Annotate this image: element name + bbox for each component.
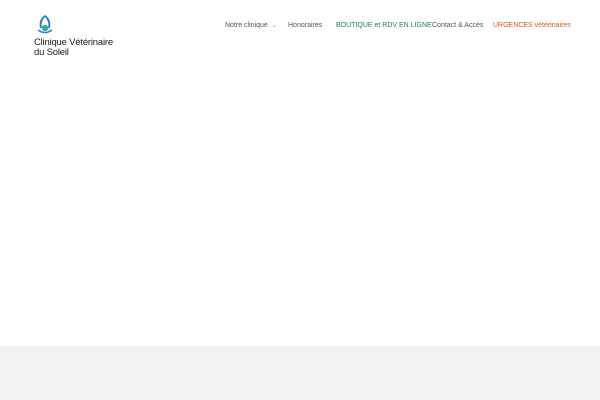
chevron-down-icon: ⌄: [271, 23, 277, 29]
brand-name: Clinique Vétérinaire du Soleil: [34, 38, 113, 58]
brand-name-line2: du Soleil: [34, 47, 69, 58]
nav-item-label: URGENCES vétérinaires: [493, 22, 571, 29]
nav-item-boutique-rdv[interactable]: BOUTIQUE et RDV EN LIGNE: [336, 20, 432, 32]
nav-item-label: BOUTIQUE et RDV EN LIGNE: [336, 22, 432, 29]
nav-item-label: Honoraires: [288, 22, 323, 29]
footer-band: [0, 346, 600, 400]
page: Clinique Vétérinaire du Soleil Notre cli…: [0, 0, 600, 400]
nav-item-label: Contact & Accès: [432, 22, 484, 29]
site-header: Clinique Vétérinaire du Soleil Notre cli…: [0, 0, 600, 64]
nav-item-notre-clinique[interactable]: Notre clinique ⌄: [225, 20, 277, 32]
nav-item-contact-acces[interactable]: Contact & Accès: [432, 20, 483, 32]
main-content: [0, 64, 600, 346]
nav-item-label: Notre clinique: [225, 22, 268, 29]
nav-item-honoraires[interactable]: Honoraires: [288, 20, 322, 32]
nav-item-urgences[interactable]: URGENCES vétérinaires: [493, 20, 571, 32]
main-nav: Notre clinique ⌄ Honoraires BOUTIQUE et R…: [0, 20, 600, 34]
